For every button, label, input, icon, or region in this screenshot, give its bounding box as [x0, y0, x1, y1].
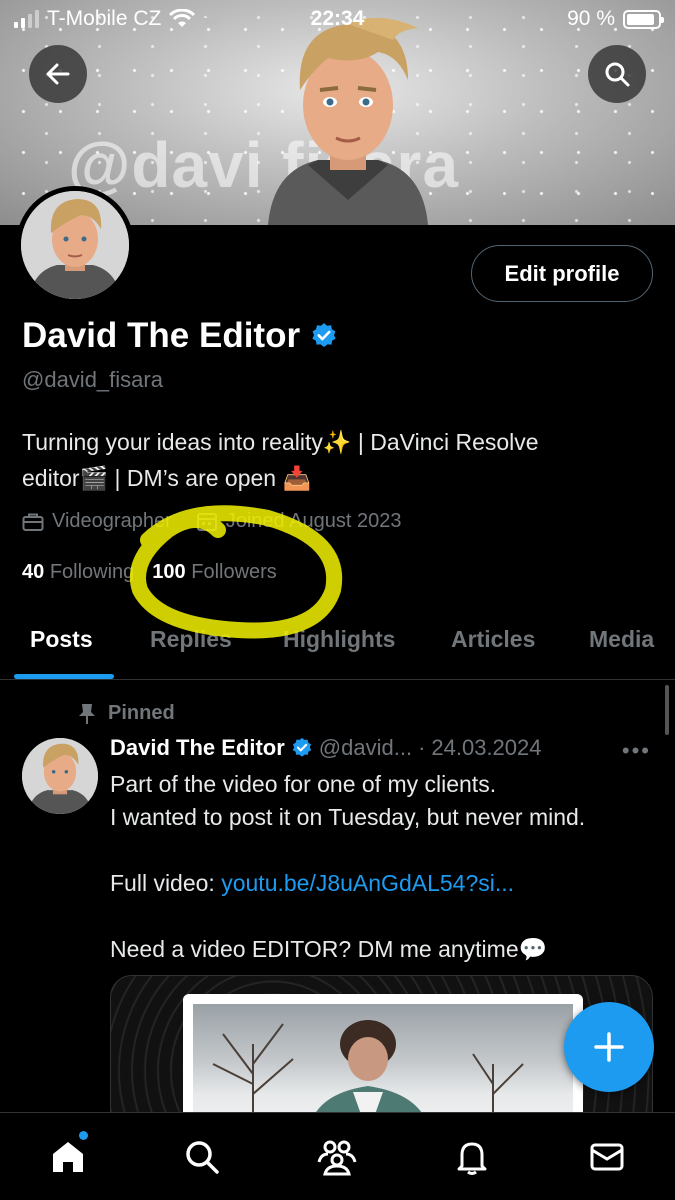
profile-joined: Joined August 2023 [225, 510, 402, 532]
profile-meta: Videographer Joined August 2023 [22, 510, 401, 533]
post-author-name[interactable]: David The Editor [110, 735, 285, 761]
follow-counts: 40 Following 100 Followers [22, 561, 277, 584]
pin-icon [79, 703, 95, 724]
search-button[interactable] [588, 45, 646, 103]
mail-icon [590, 1143, 624, 1171]
bio-line: Turning your ideas into reality✨ | DaVin… [22, 429, 539, 455]
tab-articles[interactable]: Articles [451, 626, 535, 653]
post-line: Need a video EDITOR? DM me anytime💬 [110, 936, 548, 962]
pinned-indicator: Pinned [78, 702, 175, 725]
avatar-image [21, 191, 129, 299]
profile-bio: Turning your ideas into reality✨ | DaVin… [22, 424, 642, 496]
profile-name: David The Editor [22, 316, 301, 355]
profile-handle: @david_fisara [22, 367, 163, 392]
verified-badge-icon[interactable] [310, 322, 338, 350]
banner-portrait [268, 17, 428, 225]
nav-home[interactable] [44, 1131, 92, 1181]
calendar-icon [196, 512, 217, 531]
profile-name-row: David The Editor [22, 316, 338, 356]
battery-percent: 90 % [567, 7, 615, 30]
post-author-handle: @david... [318, 735, 413, 760]
post-line: I wanted to post it on Tuesday, but neve… [110, 804, 586, 830]
post-separator: · [418, 735, 426, 760]
edit-profile-button[interactable]: Edit profile [471, 245, 653, 302]
post-line: Part of the video for one of my clients. [110, 771, 497, 797]
following-count: 40 [22, 561, 45, 583]
avatar-image [22, 738, 98, 814]
bio-line: editor🎬 | DM’s are open 📥 [22, 465, 312, 491]
home-icon [53, 1142, 83, 1172]
active-tab-indicator [14, 674, 114, 679]
post-text: Part of the video for one of my clients.… [110, 768, 665, 966]
status-bar: T-Mobile CZ 22:34 90 % [0, 0, 675, 38]
back-button[interactable] [29, 45, 87, 103]
nav-notifications[interactable] [448, 1133, 496, 1181]
nav-messages[interactable] [583, 1133, 631, 1181]
arrow-left-icon [46, 63, 70, 85]
post-line: Full video: youtu.be/J8uAnGdAL54?si... [110, 867, 665, 900]
post-link[interactable]: youtu.be/J8uAnGdAL54?si... [221, 870, 514, 896]
tab-replies[interactable]: Replies [150, 626, 232, 653]
scrollbar[interactable] [665, 685, 669, 735]
communities-icon [317, 1140, 357, 1176]
post-more-button[interactable]: ••• [622, 738, 651, 764]
tab-media[interactable]: Media [589, 626, 654, 653]
profile-avatar[interactable] [16, 186, 134, 304]
pinned-label: Pinned [108, 702, 175, 724]
profile-tabs: Posts Replies Highlights Articles Media [0, 600, 675, 680]
tab-highlights[interactable]: Highlights [283, 626, 395, 653]
search-icon [186, 1141, 219, 1174]
nav-search[interactable] [178, 1133, 226, 1181]
battery-icon [623, 9, 664, 29]
followers-count: 100 [152, 561, 186, 583]
followers-label: Followers [191, 561, 277, 583]
verified-badge-icon [292, 737, 311, 757]
post-author-avatar[interactable] [22, 738, 98, 814]
profile-category: Videographer [52, 510, 172, 532]
nav-communities[interactable] [313, 1133, 361, 1181]
post-header: David The Editor @david... · 24.03.2024 [110, 735, 542, 761]
full-video-label: Full video: [110, 870, 222, 896]
followers-link[interactable]: 100 Followers [152, 561, 277, 584]
following-link[interactable]: 40 Following [22, 561, 134, 584]
bell-icon [457, 1142, 487, 1175]
post-date[interactable]: 24.03.2024 [431, 735, 541, 761]
bottom-navigation [0, 1112, 675, 1200]
notification-dot [79, 1131, 88, 1140]
following-label: Following [49, 561, 135, 583]
search-icon [605, 62, 630, 87]
compose-button[interactable] [564, 1002, 654, 1092]
briefcase-icon [22, 513, 44, 531]
plus-icon [594, 1032, 624, 1062]
tab-posts[interactable]: Posts [30, 626, 93, 653]
